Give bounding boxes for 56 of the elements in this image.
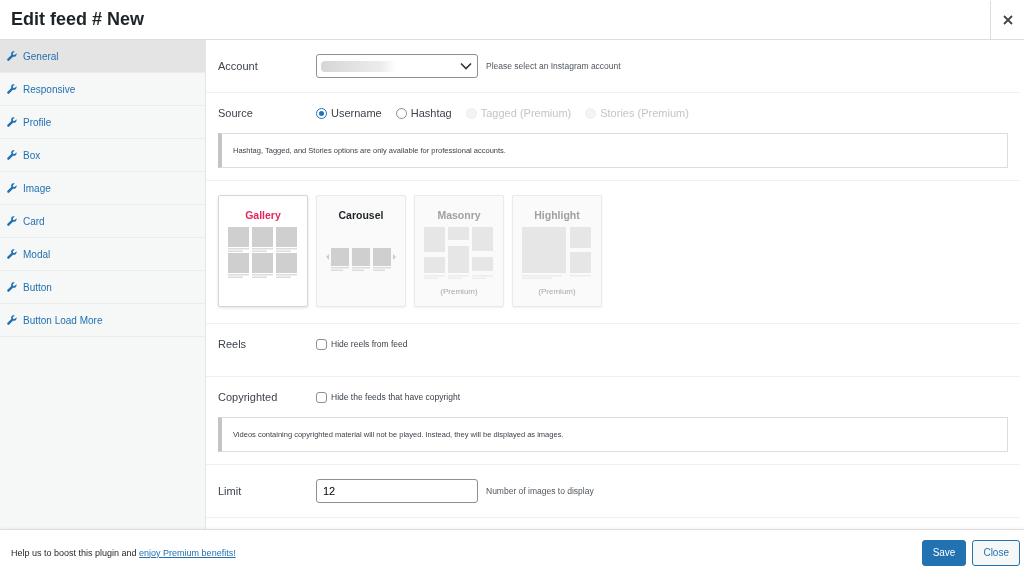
window-title: Edit feed # New <box>11 9 145 30</box>
radio-label: Username <box>331 107 382 119</box>
gallery-layout-drawing <box>228 227 298 279</box>
layout-title: Masonry <box>437 209 481 221</box>
carousel-layout-drawing <box>326 247 396 272</box>
sidebar-item[interactable]: Responsive <box>0 73 205 106</box>
sidebar-item[interactable]: Button Load More <box>0 304 205 337</box>
close-button[interactable]: Close <box>972 539 1020 566</box>
checkbox-option[interactable]: Hide the feeds that have copyright <box>316 391 460 403</box>
layout-title: Highlight <box>534 209 580 221</box>
sidebar-item[interactable]: Profile <box>0 106 205 139</box>
checkbox-label: Hide the feeds that have copyright <box>331 392 460 402</box>
close-icon <box>1002 14 1013 25</box>
account-select[interactable] <box>316 54 478 78</box>
radio-option[interactable]: Username <box>316 107 382 119</box>
sidebar-item[interactable]: Box <box>0 139 205 172</box>
wrench-icon <box>7 315 17 325</box>
sidebar-item[interactable]: Image <box>0 172 205 205</box>
layout-card[interactable]: Gallery <box>218 195 308 307</box>
premium-note: (Premium) <box>538 287 576 296</box>
sidebar-item[interactable]: General <box>0 40 205 73</box>
help-text: Please select an Instagram account <box>486 61 621 71</box>
wrench-icon <box>7 183 17 193</box>
layout-title: Gallery <box>245 209 281 221</box>
premium-link[interactable]: enjoy Premium benefits! <box>139 547 236 558</box>
checkbox-option[interactable]: Hide reels from feed <box>316 338 408 350</box>
limit-input[interactable]: 12 <box>316 479 478 503</box>
field-label: Copyrighted <box>218 391 279 403</box>
radio-label: Hashtag <box>410 107 452 119</box>
checkbox[interactable] <box>316 338 327 350</box>
sidebar-item[interactable]: Modal <box>0 238 205 271</box>
layout-title: Carousel <box>338 209 384 221</box>
checkbox-label: Hide reels from feed <box>331 339 408 349</box>
field-label: Limit <box>218 485 243 497</box>
wrench-icon <box>7 282 17 292</box>
field-label: Source <box>218 107 254 119</box>
help-text: Number of images to display <box>486 486 594 496</box>
field-label: Account <box>218 60 259 72</box>
radio-option[interactable]: Hashtag <box>395 107 452 119</box>
sidebar-item[interactable]: Button <box>0 271 205 304</box>
wrench-icon <box>7 216 17 226</box>
save-button[interactable]: Save <box>921 539 967 566</box>
wrench-icon <box>7 249 17 259</box>
premium-note: (Premium) <box>440 287 478 296</box>
wrench-icon <box>7 150 17 160</box>
radio-button[interactable] <box>395 107 407 119</box>
wrench-icon <box>7 117 17 127</box>
chevron-down-icon <box>460 62 472 70</box>
wrench-icon <box>7 51 17 61</box>
checkbox[interactable] <box>316 391 327 403</box>
field-label: Reels <box>218 338 248 350</box>
wrench-icon <box>7 84 17 94</box>
radio-button[interactable] <box>316 107 327 119</box>
footer-text: Help us to boost this plugin and enjoy Premium benefits! <box>11 547 236 558</box>
sidebar-item[interactable]: Card <box>0 205 205 238</box>
layout-card[interactable]: Carousel <box>316 195 406 307</box>
